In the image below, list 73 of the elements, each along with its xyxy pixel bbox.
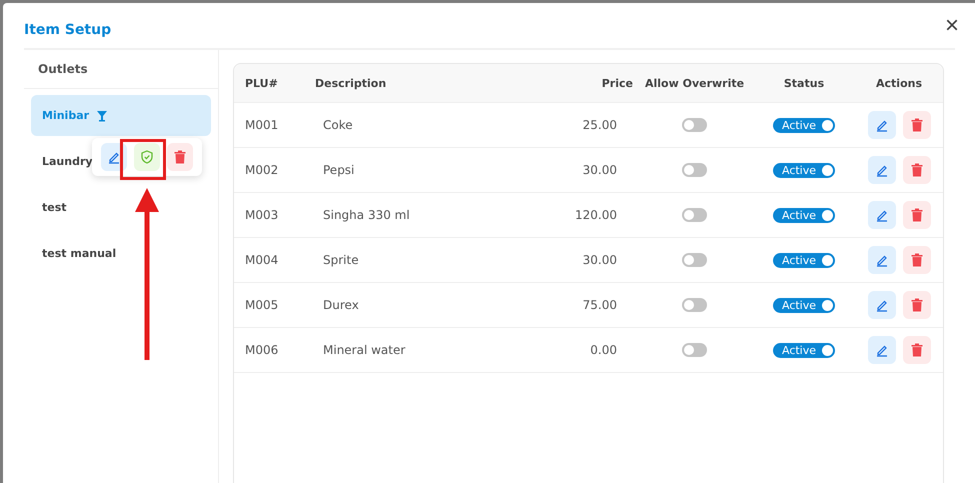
toggle-switch[interactable] bbox=[682, 208, 706, 222]
trash-icon bbox=[910, 298, 922, 312]
status-toggle[interactable]: Active bbox=[772, 342, 836, 358]
pencil-icon bbox=[107, 150, 121, 164]
cocktail-icon bbox=[96, 110, 108, 122]
toggle-switch[interactable] bbox=[682, 163, 706, 177]
column-header: Allow Overwrite bbox=[644, 76, 746, 90]
delete-button[interactable] bbox=[902, 291, 930, 319]
pencil-icon bbox=[874, 343, 888, 357]
table-cell-text: M005 bbox=[244, 298, 280, 312]
column-header: PLU# bbox=[244, 76, 279, 90]
column-header: Status bbox=[782, 76, 826, 90]
table-cell-text: M006 bbox=[244, 343, 280, 357]
outlet-item[interactable]: test manual bbox=[31, 233, 211, 274]
pencil-icon bbox=[874, 118, 888, 132]
delete-button[interactable] bbox=[902, 111, 930, 139]
dialog-title: Item Setup bbox=[24, 20, 112, 38]
table-cell-text: 120.00 bbox=[574, 208, 618, 222]
edit-button[interactable] bbox=[868, 111, 896, 139]
trash-icon bbox=[910, 208, 922, 222]
verify-button[interactable] bbox=[134, 143, 160, 171]
column-header: Price bbox=[600, 76, 634, 90]
table-cell-text: Coke bbox=[322, 118, 354, 132]
table-cell-text: Pepsi bbox=[322, 163, 356, 177]
highlight-frame bbox=[120, 139, 166, 180]
table-cell-text: 25.00 bbox=[582, 118, 618, 132]
delete-button[interactable] bbox=[167, 143, 193, 171]
toggle-switch[interactable] bbox=[682, 298, 706, 312]
pencil-icon bbox=[874, 163, 888, 177]
trash-icon bbox=[910, 163, 922, 177]
delete-button[interactable] bbox=[902, 246, 930, 274]
outlet-item[interactable]: Minibar bbox=[31, 95, 211, 136]
trash-icon bbox=[910, 343, 922, 357]
trash-icon bbox=[174, 150, 186, 164]
table-cell-text: 0.00 bbox=[589, 343, 618, 357]
trash-icon bbox=[910, 253, 922, 267]
table-cell-text: Sprite bbox=[322, 253, 360, 267]
pencil-icon bbox=[874, 253, 888, 267]
delete-button[interactable] bbox=[902, 201, 930, 229]
trash-icon bbox=[910, 118, 922, 132]
toggle-switch[interactable] bbox=[682, 343, 706, 357]
delete-button[interactable] bbox=[902, 156, 930, 184]
status-toggle[interactable]: Active bbox=[772, 118, 836, 132]
table-cell-text: M001 bbox=[244, 118, 280, 132]
table-cell-text: M004 bbox=[244, 253, 280, 267]
edit-button[interactable] bbox=[868, 291, 896, 319]
table-cell-text: M003 bbox=[244, 208, 280, 222]
table-cell-text: Mineral water bbox=[322, 343, 406, 357]
toggle-switch[interactable] bbox=[682, 118, 706, 132]
outlets-heading: Outlets bbox=[24, 50, 218, 89]
table-cell-text: Durex bbox=[322, 298, 360, 312]
toggle-switch[interactable] bbox=[682, 253, 706, 267]
column-header: Description bbox=[314, 76, 388, 90]
edit-button[interactable] bbox=[868, 156, 896, 184]
status-toggle[interactable]: Active bbox=[772, 252, 836, 268]
shield-check-icon bbox=[140, 150, 154, 164]
table-cell-text: 75.00 bbox=[582, 298, 618, 312]
outlet-item[interactable]: test bbox=[31, 187, 211, 228]
edit-button[interactable] bbox=[868, 336, 896, 364]
close-button[interactable]: × bbox=[938, 14, 965, 38]
status-toggle[interactable]: Active bbox=[772, 208, 836, 222]
edit-button[interactable] bbox=[868, 246, 896, 274]
pencil-icon bbox=[874, 298, 888, 312]
column-header: Actions bbox=[875, 76, 923, 90]
edit-button[interactable] bbox=[868, 201, 896, 229]
table-cell-text: M002 bbox=[244, 163, 280, 177]
status-toggle[interactable]: Active bbox=[772, 162, 836, 178]
status-toggle[interactable]: Active bbox=[772, 298, 836, 312]
delete-button[interactable] bbox=[902, 336, 930, 364]
pencil-icon bbox=[874, 208, 888, 222]
table-cell-text: 30.00 bbox=[582, 253, 618, 267]
table-cell-text: 30.00 bbox=[582, 163, 618, 177]
table-cell-text: Singha 330 ml bbox=[322, 208, 411, 222]
